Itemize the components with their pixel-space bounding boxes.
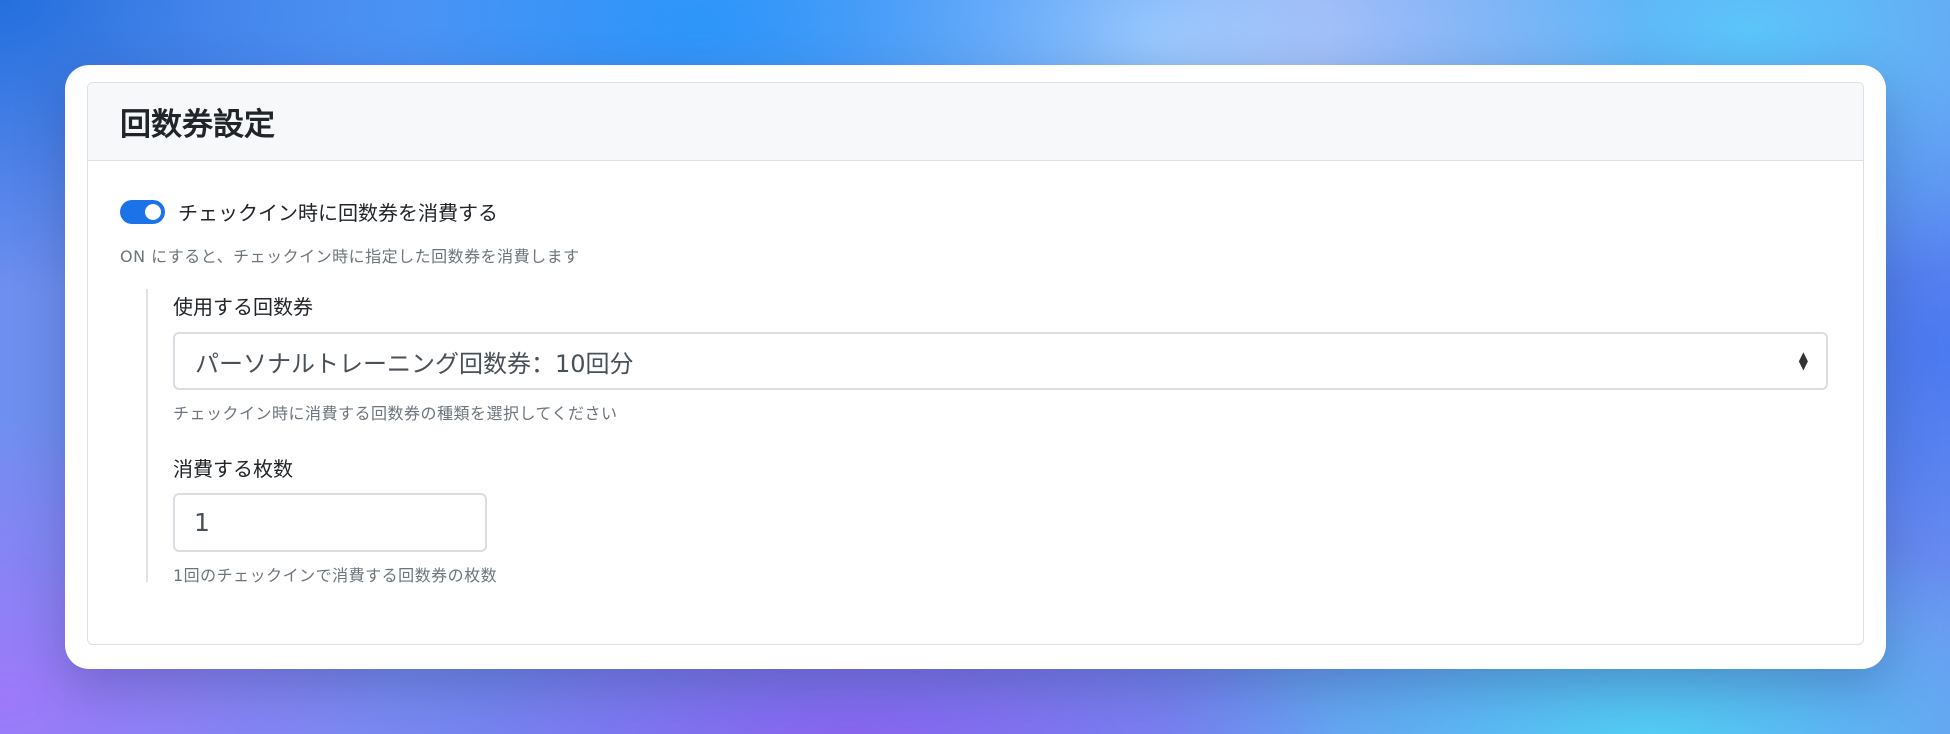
consume-toggle-label[interactable]: チェックイン時に回数券を消費する xyxy=(178,197,498,226)
ticket-settings-card: 回数券設定 チェックイン時に回数券を消費する ON にすると、チェックイン時に指… xyxy=(87,82,1864,645)
ticket-options-section: 使用する回数券 パーソナルトレーニング回数券：10回分 ▲ ▼ チェックイン時に消… xyxy=(146,289,1838,585)
quantity-input[interactable]: 1 xyxy=(173,493,487,552)
consume-toggle-row: チェックイン時に回数券を消費する xyxy=(120,197,498,226)
card-header: 回数券設定 xyxy=(88,83,1863,161)
settings-window: 回数券設定 チェックイン時に回数券を消費する ON にすると、チェックイン時に指… xyxy=(65,65,1886,669)
card-title: 回数券設定 xyxy=(120,107,275,143)
ticket-select-value: パーソナルトレーニング回数券：10回分 xyxy=(195,349,634,378)
quantity-value: 1 xyxy=(194,508,210,537)
consume-on-checkin-toggle[interactable] xyxy=(120,199,165,224)
ticket-select-label: 使用する回数券 xyxy=(173,295,313,319)
consume-toggle-help: ON にすると、チェックイン時に指定した回数券を消費します xyxy=(120,247,580,266)
select-caret-icon: ▲ ▼ xyxy=(1798,349,1808,372)
ticket-select[interactable]: パーソナルトレーニング回数券：10回分 ▲ ▼ xyxy=(173,332,1828,390)
quantity-label: 消費する枚数 xyxy=(173,457,293,481)
toggle-knob xyxy=(145,203,161,220)
quantity-help: 1回のチェックインで消費する回数券の枚数 xyxy=(173,566,498,585)
ticket-select-help: チェックイン時に消費する回数券の種類を選択してください xyxy=(173,404,618,423)
